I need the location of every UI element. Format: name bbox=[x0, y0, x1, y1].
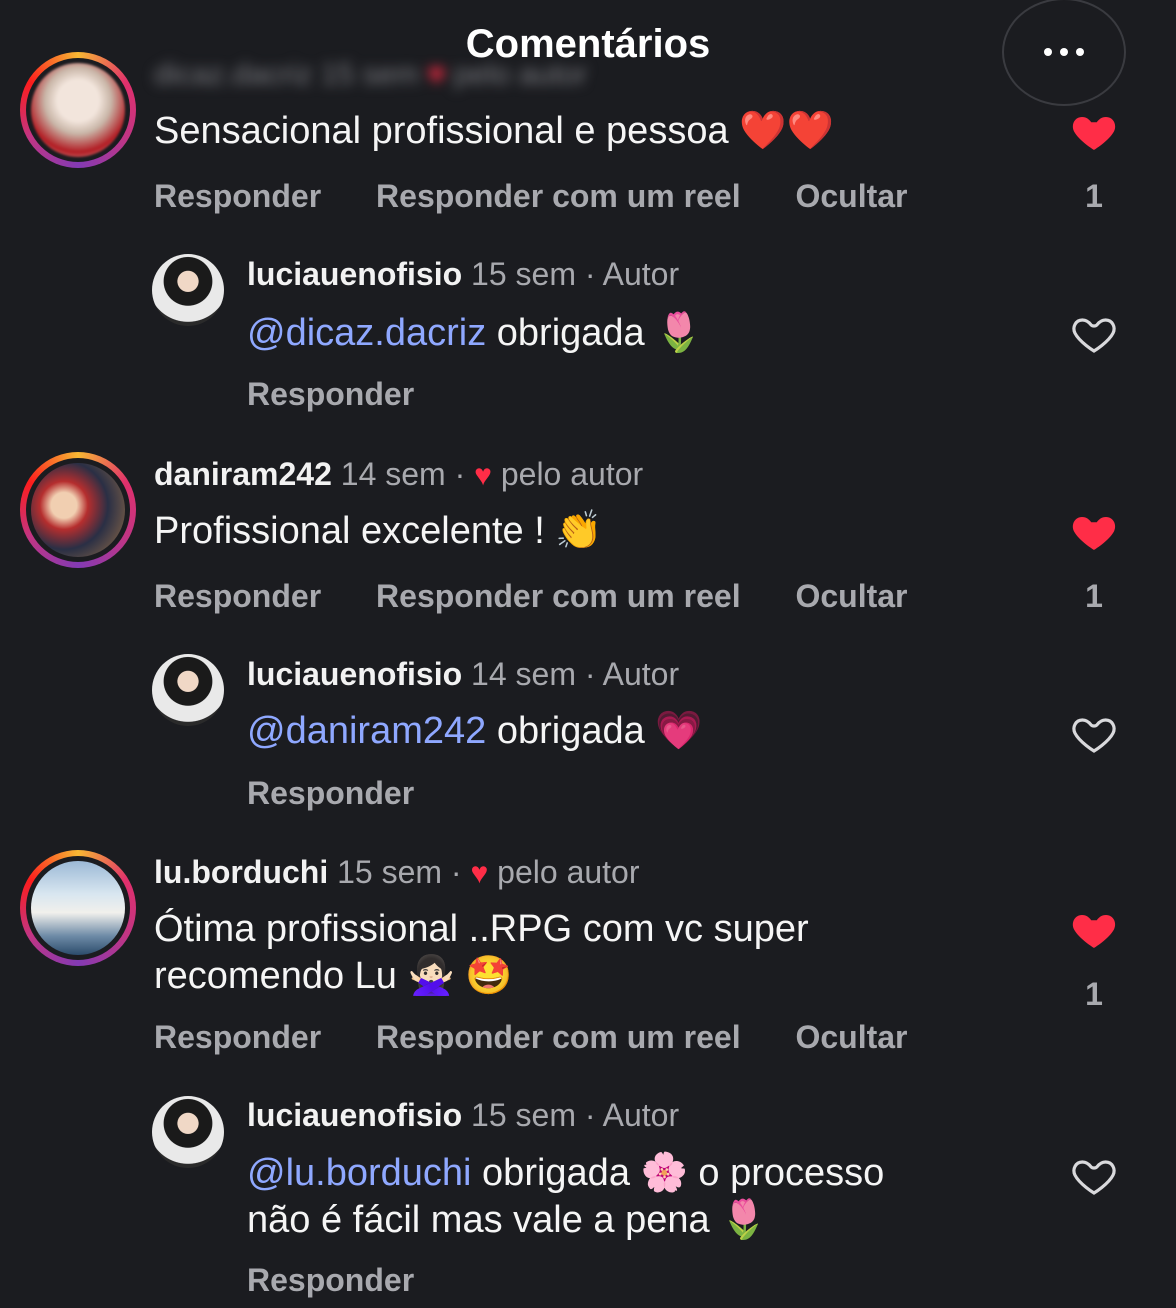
liked-by-author-label: pelo autor bbox=[500, 456, 644, 492]
reply-button[interactable]: Responder bbox=[154, 178, 321, 214]
hide-button[interactable]: Ocultar bbox=[795, 1019, 907, 1055]
reply-with-reel-button[interactable]: Responder com um reel bbox=[376, 178, 741, 214]
avatar-photo bbox=[31, 861, 125, 955]
like-count: 1 bbox=[1085, 178, 1103, 214]
reply-button[interactable]: Responder bbox=[247, 775, 414, 812]
reply-avatar[interactable] bbox=[152, 254, 224, 326]
like-heart-filled-icon[interactable] bbox=[1070, 508, 1118, 556]
comment-header: lu.borduchi 15 sem · ♥ pelo autor bbox=[154, 854, 640, 890]
reply-username[interactable]: luciauenofisio bbox=[247, 1097, 462, 1133]
liked-by-author-label: pelo autor bbox=[453, 58, 588, 91]
avatar[interactable] bbox=[20, 52, 136, 168]
comment-time: 14 sem bbox=[340, 456, 446, 492]
avatar[interactable] bbox=[20, 452, 136, 568]
comment-text: Ótima profissional ..RPG com vc super re… bbox=[154, 908, 809, 997]
reply-with-reel-button[interactable]: Responder com um reel bbox=[376, 1019, 741, 1055]
comment-header: dicaz.dacriz 15 sem ♥ pelo autor bbox=[154, 58, 587, 92]
mention-link[interactable]: @daniram242 bbox=[247, 710, 486, 752]
comment-text: Profissional excelente ! 👏 bbox=[154, 510, 603, 552]
comment-header: daniram242 14 sem · ♥ pelo autor bbox=[154, 456, 644, 492]
like-heart-outline-icon[interactable] bbox=[1070, 1152, 1118, 1200]
heart-icon: ♥ bbox=[470, 857, 489, 890]
reply-button[interactable]: Responder bbox=[247, 376, 414, 413]
comment-actions: Responder Responder com um reel Ocultar bbox=[154, 178, 954, 215]
reply-avatar[interactable] bbox=[152, 1096, 224, 1168]
reply-header: luciauenofisio 14 sem · Autor bbox=[247, 656, 680, 692]
comment-time: 15 sem bbox=[320, 58, 420, 91]
comment-actions: Responder Responder com um reel Ocultar bbox=[154, 578, 954, 615]
like-heart-filled-icon[interactable] bbox=[1070, 108, 1118, 156]
reply-text: @lu.borduchi obrigada 🌸 o processo não é… bbox=[247, 1152, 885, 1241]
reply-button[interactable]: Responder bbox=[247, 1262, 414, 1299]
username[interactable]: dicaz.dacriz bbox=[154, 58, 312, 91]
like-heart-outline-icon[interactable] bbox=[1070, 710, 1118, 758]
like-heart-filled-icon[interactable] bbox=[1070, 906, 1118, 954]
more-horizontal-icon bbox=[1044, 48, 1052, 56]
avatar[interactable] bbox=[20, 850, 136, 966]
heart-icon: ♥ bbox=[474, 459, 492, 492]
reply-username[interactable]: luciauenofisio bbox=[247, 656, 462, 692]
comment-time: 15 sem bbox=[337, 854, 443, 890]
mention-link[interactable]: @lu.borduchi bbox=[247, 1152, 471, 1194]
username[interactable]: lu.borduchi bbox=[154, 854, 328, 890]
reply-button[interactable]: Responder bbox=[154, 1019, 321, 1055]
reply-text: @dicaz.dacriz obrigada 🌷 bbox=[247, 312, 703, 354]
reply-with-reel-button[interactable]: Responder com um reel bbox=[376, 578, 741, 614]
comment-text: Sensacional profissional e pessoa ❤️❤️ bbox=[154, 110, 834, 152]
hide-button[interactable]: Ocultar bbox=[795, 178, 907, 214]
heart-icon: ♥ bbox=[427, 58, 446, 91]
reply-button[interactable]: Responder bbox=[154, 578, 321, 614]
reply-text: @daniram242 obrigada 💗 bbox=[247, 710, 703, 752]
mention-link[interactable]: @dicaz.dacriz bbox=[247, 312, 486, 354]
reply-header: luciauenofisio 15 sem · Autor bbox=[247, 1097, 680, 1133]
username[interactable]: daniram242 bbox=[154, 456, 332, 492]
like-count: 1 bbox=[1085, 578, 1103, 614]
avatar-photo bbox=[31, 63, 125, 157]
reply-username[interactable]: luciauenofisio bbox=[247, 256, 462, 292]
reply-avatar[interactable] bbox=[152, 654, 224, 726]
liked-by-author-label: pelo autor bbox=[497, 854, 640, 890]
like-count: 1 bbox=[1085, 976, 1103, 1012]
hide-button[interactable]: Ocultar bbox=[795, 578, 907, 614]
more-options-button[interactable] bbox=[1002, 0, 1126, 106]
avatar-photo bbox=[31, 463, 125, 557]
reply-header: luciauenofisio 15 sem · Autor bbox=[247, 256, 680, 292]
comment-actions: Responder Responder com um reel Ocultar bbox=[154, 1019, 954, 1056]
like-heart-outline-icon[interactable] bbox=[1070, 310, 1118, 358]
